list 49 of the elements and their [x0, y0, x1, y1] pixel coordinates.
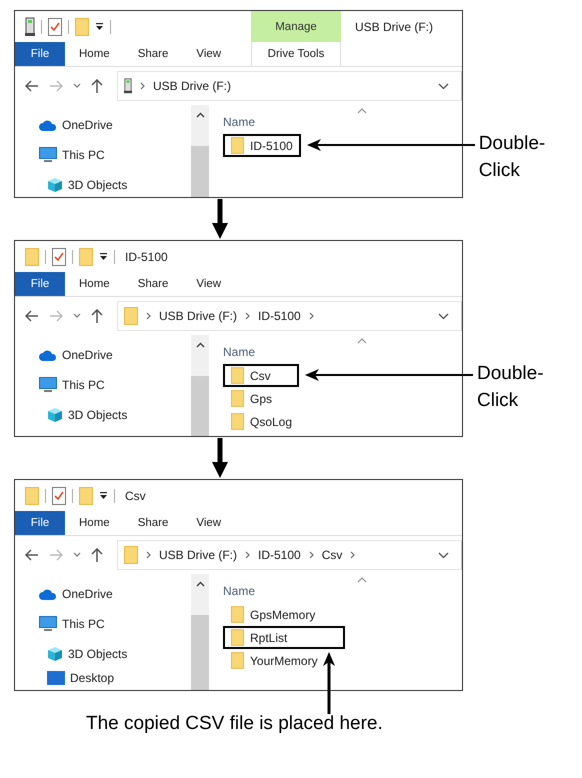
ribbon-tab[interactable]: View [182, 272, 236, 296]
address-bar[interactable]: USB Drive (F:) ID-5100 [117, 301, 462, 331]
ribbon-tab[interactable]: Home [65, 511, 124, 535]
ribbon-tab[interactable]: Share [124, 511, 182, 535]
column-header[interactable]: Name [223, 115, 462, 129]
nav-item[interactable]: Desktop [70, 671, 114, 685]
ribbon-tab[interactable]: File [15, 511, 65, 535]
nav-item[interactable]: This PC [62, 148, 105, 162]
ribbon-tab[interactable]: View [182, 42, 236, 66]
nav-item[interactable]: This PC [62, 617, 105, 631]
caption: The copied CSV file is placed here. [86, 713, 383, 734]
folder-item[interactable]: YourMemory [223, 649, 345, 672]
nav-item[interactable]: OneDrive [62, 348, 113, 362]
ribbon-tab[interactable]: File [15, 272, 65, 296]
window-title: ID-5100 [124, 250, 169, 264]
address-bar[interactable]: USB Drive (F:) [117, 71, 462, 101]
callout-label: Double-Click [478, 132, 546, 183]
ribbon-tab[interactable]: Drive Tools [251, 42, 341, 66]
breadcrumb[interactable]: Csv [322, 548, 342, 562]
ribbon-tab[interactable]: View [182, 511, 236, 535]
callout-label: Double-Click [477, 362, 545, 413]
window-title: Csv [124, 488, 147, 502]
folder-item[interactable]: GpsMemory [223, 603, 345, 626]
breadcrumb[interactable]: USB Drive (F:) [159, 309, 237, 323]
breadcrumb[interactable]: ID-5100 [258, 548, 301, 562]
breadcrumb[interactable]: ID-5100 [258, 309, 301, 323]
column-header[interactable]: Name [223, 345, 462, 359]
folder-item[interactable]: Csv [223, 364, 299, 387]
ribbon-tab[interactable]: Share [124, 42, 182, 66]
ribbon-tab[interactable]: Share [124, 272, 182, 296]
breadcrumb[interactable]: USB Drive (F:) [153, 79, 231, 93]
folder-item[interactable]: QsoLog [223, 410, 300, 433]
nav-item[interactable]: This PC [62, 378, 105, 392]
address-bar[interactable]: USB Drive (F:) ID-5100 Csv [117, 540, 462, 570]
ribbon-tab[interactable]: Home [65, 42, 124, 66]
breadcrumb[interactable]: USB Drive (F:) [159, 548, 237, 562]
window-title: USB Drive (F:) [354, 19, 434, 34]
ribbon-tab[interactable]: Home [65, 272, 124, 296]
folder-item[interactable]: RptList [223, 626, 345, 649]
folder-item[interactable]: ID-5100 [223, 134, 301, 157]
folder-item[interactable]: Gps [223, 387, 299, 410]
ribbon-tab[interactable]: File [15, 42, 65, 66]
nav-item[interactable]: 3D Objects [68, 408, 128, 422]
nav-item[interactable]: OneDrive [62, 587, 113, 601]
nav-item[interactable]: OneDrive [62, 118, 113, 132]
context-tab-group: Manage [251, 11, 341, 42]
nav-item[interactable]: 3D Objects [68, 647, 128, 661]
column-header[interactable]: Name [223, 584, 462, 598]
nav-item[interactable]: 3D Objects [68, 178, 128, 192]
